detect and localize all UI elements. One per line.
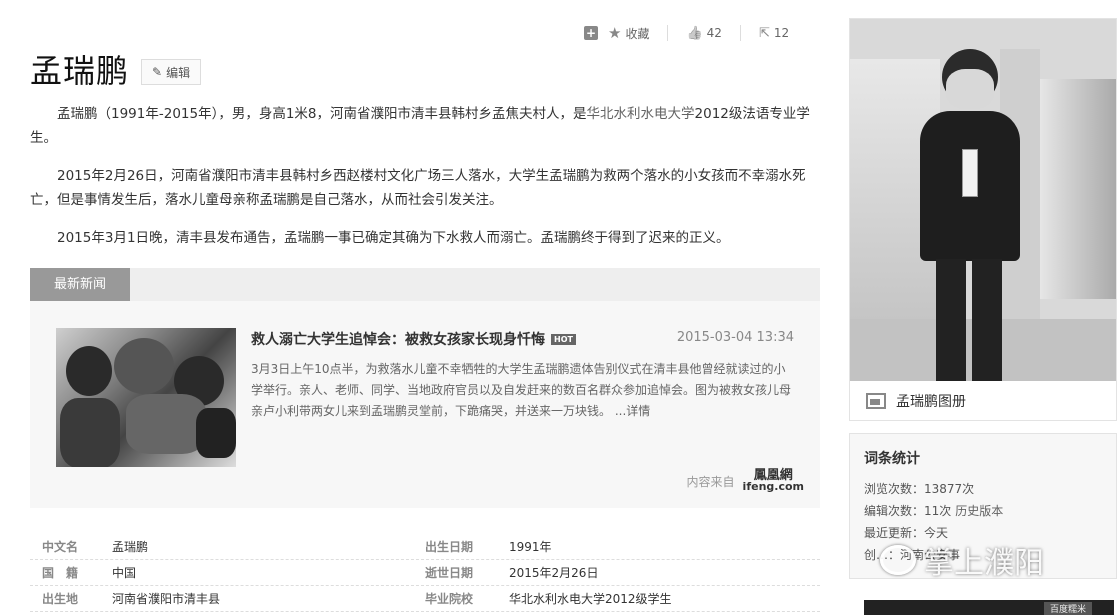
watermark-text: 掌上濮阳 bbox=[924, 546, 1044, 581]
like-count: 42 bbox=[706, 26, 722, 40]
summary-paragraph: 2015年3月1日晚，清丰县发布通告，孟瑞鹏一事已确定其确为下水救人而溺亡。孟瑞… bbox=[57, 230, 730, 246]
news-date: 2015-03-04 13:34 bbox=[676, 330, 794, 345]
basic-info-table: 中文名 孟瑞鹏 出生日期 1991年 国 籍 中国 逝世日期 2015年2月26… bbox=[30, 534, 820, 612]
info-key: 逝世日期 bbox=[425, 566, 474, 580]
edit-button[interactable]: ✎ 编辑 bbox=[141, 59, 202, 85]
stats-title: 词条统计 bbox=[864, 451, 920, 467]
table-row: 出生地 河南省濮阳市清丰县 毕业院校 华北水利水电大学2012级学生 bbox=[30, 586, 820, 612]
news-source: 内容来自 鳳凰網 ifeng.com bbox=[686, 469, 804, 493]
wechat-icon bbox=[880, 545, 916, 575]
thumbs-up-icon: 👍 bbox=[686, 25, 703, 41]
ad-label: 百度糯米 bbox=[1043, 602, 1092, 615]
collect-label: 收藏 bbox=[625, 26, 650, 41]
edit-label: 编辑 bbox=[166, 65, 191, 80]
summary-paragraph: 2015年2月26日，河南省濮阳市清丰县韩村乡西赵楼村文化广场三人落水，大学生孟… bbox=[30, 168, 806, 208]
news-title-text[interactable]: 救人溺亡大学生追悼会：被救女孩家长现身忏悔 bbox=[251, 329, 545, 349]
info-value: 2015年2月26日 bbox=[509, 566, 599, 580]
news-title[interactable]: 救人溺亡大学生追悼会：被救女孩家长现身忏悔 HOT bbox=[251, 329, 576, 349]
stats-edits: 编辑次数：11次 bbox=[864, 504, 952, 518]
university-link[interactable]: 华北水利水电大学 bbox=[587, 106, 695, 122]
entry-toolbar: + ★ 收藏 👍 42 ⇱ 12 bbox=[584, 24, 789, 42]
album-label: 孟瑞鹏图册 bbox=[896, 394, 966, 410]
collect-button[interactable]: ★ 收藏 bbox=[608, 24, 649, 42]
gallery-icon bbox=[866, 393, 886, 409]
info-key: 出生地 bbox=[42, 592, 79, 606]
latest-news-panel: 最新新闻 救人溺亡大学生追悼会：被救女孩家长现身忏悔 HOT 2015-03-0… bbox=[30, 268, 820, 508]
entry-summary: 孟瑞鹏（1991年-2015年），男，身高1米8，河南省濮阳市清丰县韩村乡孟焦夫… bbox=[30, 102, 820, 264]
title-row: 孟瑞鹏 ✎ 编辑 bbox=[30, 46, 202, 92]
info-key: 中文名 bbox=[42, 540, 79, 554]
info-value: 华北水利水电大学2012级学生 bbox=[509, 592, 672, 606]
stats-edits-row: 编辑次数：11次 历史版本 bbox=[864, 500, 1102, 522]
paragraph-text: 孟瑞鹏（1991年-2015年），男，身高1米8，河南省濮阳市清丰县韩村乡孟焦夫… bbox=[57, 106, 587, 122]
tab-bar bbox=[130, 268, 820, 301]
info-value: 孟瑞鹏 bbox=[112, 540, 149, 554]
info-key: 毕业院校 bbox=[425, 592, 474, 606]
ifeng-logo[interactable]: 鳳凰網 ifeng.com bbox=[742, 469, 804, 493]
info-value: 1991年 bbox=[509, 540, 552, 554]
divider bbox=[739, 25, 741, 41]
info-key: 国 籍 bbox=[42, 566, 79, 580]
watermark: 掌上濮阳 bbox=[880, 538, 1044, 582]
info-value: 中国 bbox=[112, 566, 137, 580]
photo-card: 孟瑞鹏图册 bbox=[849, 18, 1117, 421]
pencil-icon: ✎ bbox=[152, 65, 163, 79]
album-link[interactable]: 孟瑞鹏图册 bbox=[850, 381, 1116, 421]
portrait-photo[interactable] bbox=[850, 19, 1116, 381]
history-version-link[interactable]: 历史版本 bbox=[955, 504, 1003, 518]
summary-paragraph: 孟瑞鹏（1991年-2015年），男，身高1米8，河南省濮阳市清丰县韩村乡孟焦夫… bbox=[30, 102, 820, 150]
tab-latest-news[interactable]: 最新新闻 bbox=[30, 268, 130, 301]
star-icon: ★ bbox=[608, 24, 622, 42]
news-body-text: 3月3日上午10点半，为救落水儿童不幸牺牲的大学生孟瑞鹏遗体告别仪式在清丰县他曾… bbox=[251, 362, 792, 418]
stats-views: 浏览次数：13877次 bbox=[864, 482, 975, 496]
info-key: 出生日期 bbox=[425, 540, 474, 554]
entry-title: 孟瑞鹏 bbox=[30, 52, 130, 90]
share-icon: ⇱ bbox=[758, 25, 770, 41]
divider bbox=[667, 25, 669, 41]
bottom-ad[interactable]: 百度糯米 bbox=[864, 600, 1114, 615]
source-label: 内容来自 bbox=[686, 474, 735, 489]
info-value: 河南省濮阳市清丰县 bbox=[112, 592, 221, 606]
news-more-link[interactable]: ...详情 bbox=[615, 404, 650, 418]
news-thumbnail[interactable] bbox=[56, 328, 236, 467]
hot-badge: HOT bbox=[551, 333, 576, 345]
table-row: 国 籍 中国 逝世日期 2015年2月26日 bbox=[30, 560, 820, 586]
plus-icon: + bbox=[584, 26, 598, 40]
table-row: 中文名 孟瑞鹏 出生日期 1991年 bbox=[30, 534, 820, 560]
share-count: 12 bbox=[773, 26, 790, 40]
like-button[interactable]: 👍 42 bbox=[686, 26, 721, 41]
ifeng-logo-en: ifeng.com bbox=[742, 480, 804, 493]
share-button[interactable]: ⇱ 12 bbox=[759, 26, 789, 41]
news-body: 3月3日上午10点半，为救落水儿童不幸牺牲的大学生孟瑞鹏遗体告别仪式在清丰县他曾… bbox=[251, 359, 796, 422]
add-button[interactable]: + bbox=[584, 26, 598, 40]
